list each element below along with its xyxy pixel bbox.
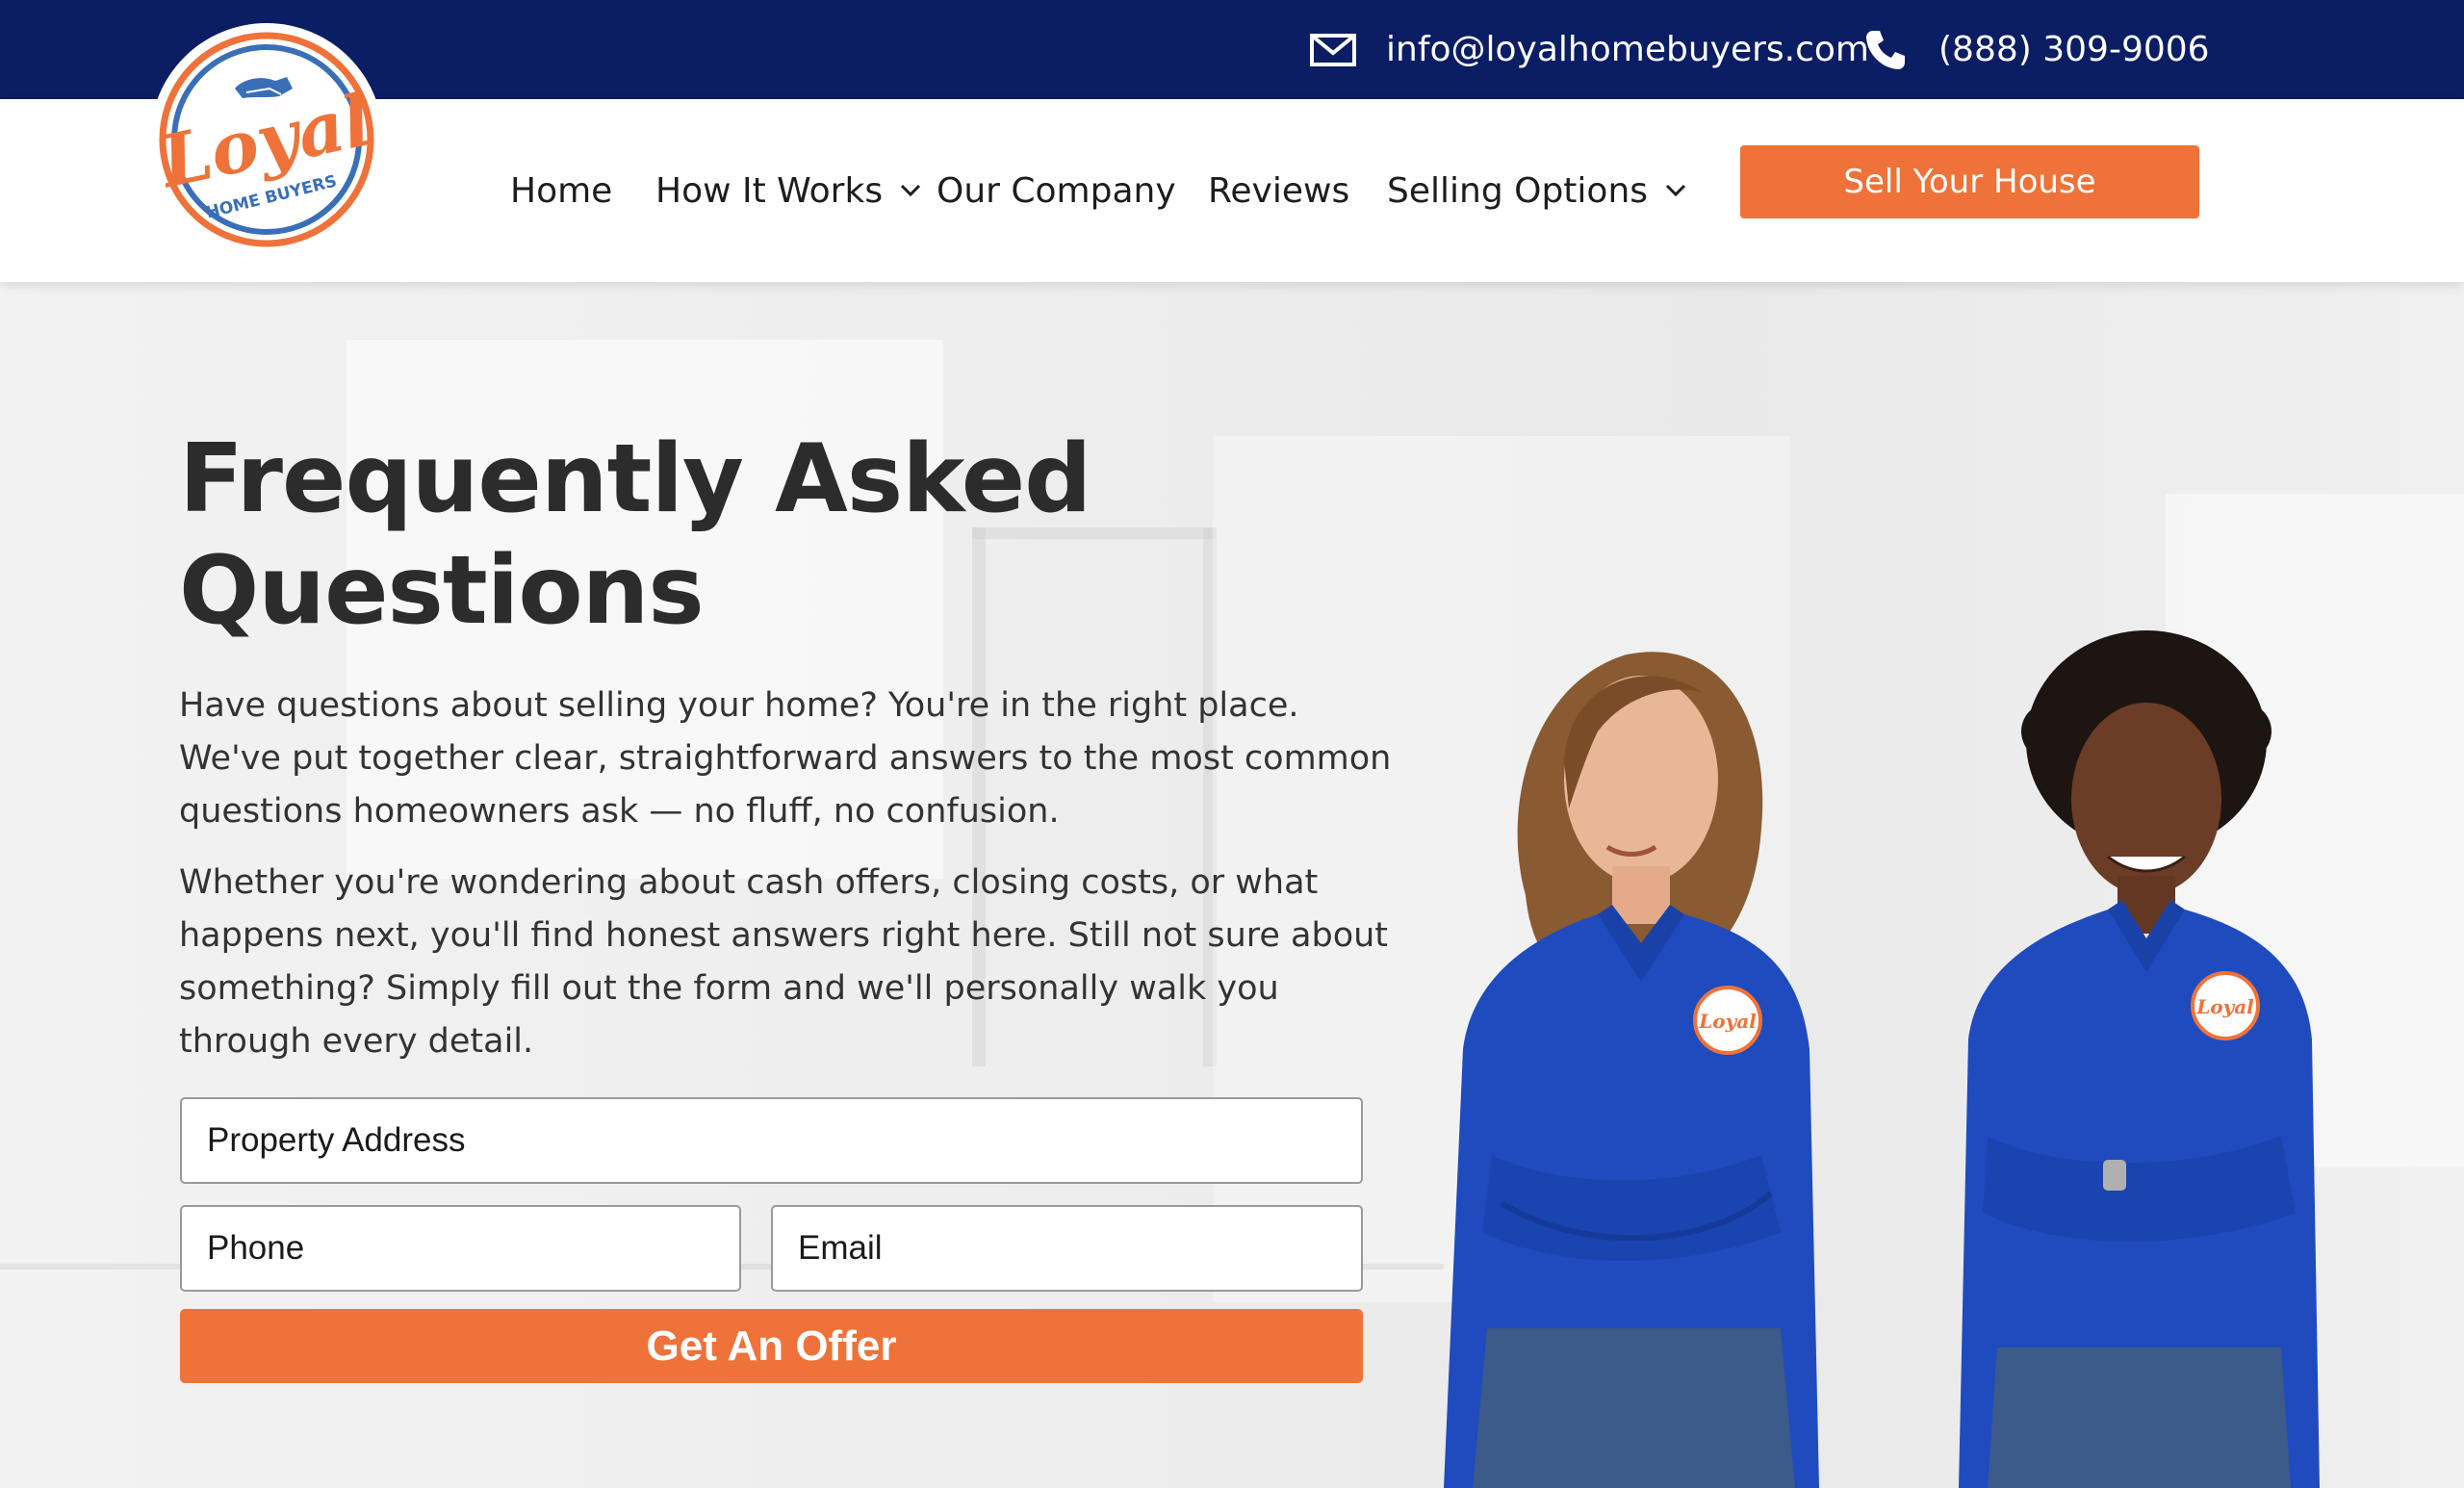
sell-your-house-button[interactable]: Sell Your House (1740, 145, 2199, 218)
nav-selling-options[interactable]: Selling Options (1387, 99, 1686, 282)
phone-link[interactable]: (888) 309-9006 (1938, 30, 2210, 69)
loyal-home-buyers-logo[interactable]: Loyal HOME BUYERS (146, 19, 387, 260)
get-an-offer-button[interactable]: Get An Offer (180, 1309, 1363, 1383)
page-title-line2: Questions (179, 536, 705, 646)
chevron-down-icon (1665, 184, 1686, 197)
team-photo: Loyal Loyal (1434, 616, 2464, 1488)
phone-icon (1861, 30, 1910, 69)
nav-home[interactable]: Home (510, 99, 612, 282)
nav-reviews-label: Reviews (1208, 170, 1350, 211)
email-input[interactable]: Email (771, 1205, 1363, 1292)
nav-how-it-works-label: How It Works (655, 170, 884, 211)
svg-text:Loyal: Loyal (1698, 1010, 1757, 1033)
phone-contact[interactable]: (888) 309-9006 (1861, 0, 2210, 99)
property-address-input[interactable]: Property Address (180, 1097, 1363, 1184)
team-member-left: Loyal (1444, 652, 1819, 1488)
email-contact[interactable]: info@loyalhomebuyers.com (1309, 0, 1869, 99)
team-member-right: Loyal (1959, 630, 2320, 1488)
envelope-icon (1309, 31, 1357, 69)
help-paragraph: Whether you're wondering about cash offe… (179, 863, 1389, 1061)
page-title: Frequently Asked Questions (179, 423, 1142, 647)
nav-our-company-label: Our Company (937, 170, 1176, 211)
svg-text:Loyal: Loyal (2195, 995, 2254, 1018)
nav-how-it-works[interactable]: How It Works (655, 99, 921, 282)
nav-reviews[interactable]: Reviews (1208, 99, 1349, 282)
email-link[interactable]: info@loyalhomebuyers.com (1386, 30, 1869, 69)
chevron-down-icon (901, 184, 921, 197)
nav-home-label: Home (510, 170, 613, 211)
phone-input[interactable]: Phone (180, 1205, 741, 1292)
page-title-line1: Frequently Asked (179, 424, 1091, 534)
nav-selling-options-label: Selling Options (1387, 170, 1649, 211)
nav-our-company[interactable]: Our Company (937, 99, 1176, 282)
intro-paragraph: Have questions about selling your home? … (179, 686, 1392, 831)
